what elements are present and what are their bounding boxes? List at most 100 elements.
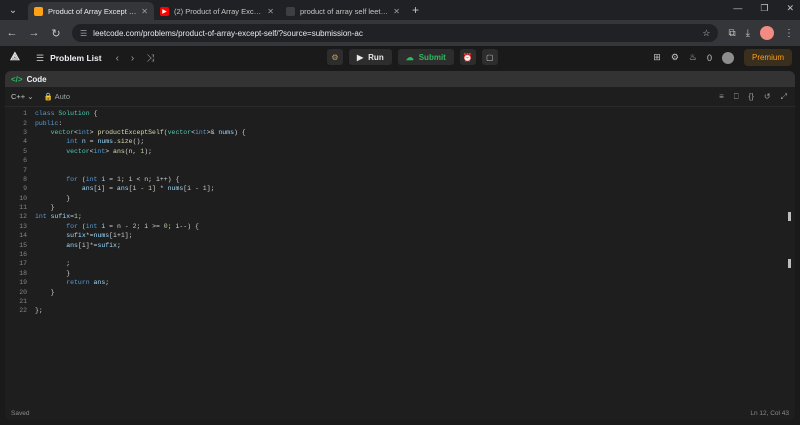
debugger-icon[interactable]: ⚙ xyxy=(327,49,343,65)
extensions-icon[interactable]: ⧉ xyxy=(728,28,735,39)
line-number: 20 xyxy=(19,288,27,296)
shuffle-icon[interactable]: ⤨ xyxy=(146,53,154,64)
code-text: } xyxy=(35,269,71,277)
language-label: C++ xyxy=(11,92,26,101)
next-problem-icon[interactable]: › xyxy=(131,53,134,64)
code-line[interactable]: 20 } xyxy=(5,287,795,296)
panel-title: Code xyxy=(26,74,47,84)
code-line[interactable]: 5 vector<int> ans(n, 1); xyxy=(5,147,795,156)
submit-button[interactable]: ☁ Submit xyxy=(397,49,454,65)
browser-tab-strip: ⌄ Product of Array Except Self - L ✕ ▶ (… xyxy=(0,0,800,20)
line-number: 5 xyxy=(23,147,27,155)
lock-icon: 🔒 xyxy=(43,92,53,101)
cursor-position: Ln 12, Col 43 xyxy=(750,409,789,417)
format-icon[interactable]: ≡ xyxy=(719,92,724,102)
line-number: 19 xyxy=(19,279,27,287)
line-number: 7 xyxy=(23,166,27,174)
user-avatar[interactable] xyxy=(721,51,734,64)
profile-avatar[interactable] xyxy=(760,26,774,40)
site-info-icon[interactable]: ☰ xyxy=(80,29,87,38)
prev-problem-icon[interactable]: ‹ xyxy=(116,53,119,64)
line-number: 11 xyxy=(19,204,27,212)
close-tab-icon[interactable]: ✕ xyxy=(141,7,148,16)
line-number: 21 xyxy=(19,298,27,305)
close-tab-icon[interactable]: ✕ xyxy=(267,7,274,16)
scrollbar-marker[interactable] xyxy=(788,259,791,268)
back-icon[interactable]: ← xyxy=(6,27,18,39)
line-number: 10 xyxy=(19,194,27,202)
code-text: sufix*=nums[i+1]; xyxy=(66,232,133,240)
fullscreen-icon[interactable]: ⤢ xyxy=(781,92,787,102)
tab-title: (2) Product of Array Except Self xyxy=(174,6,264,16)
reload-icon[interactable]: ↻ xyxy=(50,27,62,40)
code-line[interactable]: 13 for (int i = n - 2; i >= 0; i--) { xyxy=(5,222,795,231)
run-button[interactable]: ▶ Run xyxy=(349,49,392,65)
line-number: 14 xyxy=(19,232,27,240)
code-line[interactable]: 17 ; xyxy=(5,259,795,268)
braces-icon[interactable]: {} xyxy=(749,92,754,102)
code-line[interactable]: 2 public: xyxy=(5,118,795,127)
new-tab-icon[interactable]: + xyxy=(412,3,419,17)
leetcode-navbar: ⟁ ☰ Problem List ‹ › ⤨ ⚙ ▶ Run ☁ Submit … xyxy=(0,46,800,70)
line-number: 3 xyxy=(23,128,27,136)
line-number: 4 xyxy=(23,138,27,146)
download-icon[interactable]: ⤓ xyxy=(746,28,750,39)
address-bar[interactable]: ☰ leetcode.com/problems/product-of-array… xyxy=(72,24,719,42)
code-text: for (int i = n - 2; i >= 0; i--) { xyxy=(66,222,199,230)
code-line[interactable]: 22}; xyxy=(5,306,795,315)
leetcode-logo-icon[interactable]: ⟁ xyxy=(10,51,24,65)
save-status: Saved xyxy=(11,409,30,417)
code-text: ans[i] = ans[i - 1] * nums[i - 1]; xyxy=(81,185,215,193)
line-number: 12 xyxy=(19,213,27,221)
code-line[interactable]: 9 ans[i] = ans[i - 1] * nums[i - 1]; xyxy=(5,184,795,193)
code-panel: </> Code C++ ⌄ 🔒 Auto ≡ ⎕ {} ↺ ⤢ 1 class … xyxy=(5,71,795,420)
streak-fire-icon[interactable]: ♨ xyxy=(689,52,697,63)
code-text: } xyxy=(35,288,55,296)
layout-icon[interactable]: ⊞ xyxy=(653,52,661,63)
window-controls: — ❐ ✕ xyxy=(733,3,794,14)
autosave-toggle[interactable]: 🔒 Auto xyxy=(44,92,70,101)
code-line[interactable]: 21 xyxy=(5,297,795,306)
code-line[interactable]: 19 return ans; xyxy=(5,278,795,287)
forward-icon[interactable]: → xyxy=(28,27,40,39)
code-text: ; xyxy=(35,260,71,268)
bookmark-star-icon[interactable]: ☆ xyxy=(702,28,710,39)
minimize-icon[interactable]: — xyxy=(733,3,742,14)
code-line[interactable]: 10 } xyxy=(5,194,795,203)
code-line[interactable]: 16 xyxy=(5,250,795,259)
code-editor[interactable]: 1 class Solution {2 public: 3 vector<int> p… xyxy=(5,109,795,316)
code-line[interactable]: 4 int n = nums.size(); xyxy=(5,137,795,146)
list-icon[interactable]: ☰ xyxy=(36,53,44,64)
code-line[interactable]: 7 xyxy=(5,165,795,174)
code-line[interactable]: 14 sufix*=nums[i+1]; xyxy=(5,231,795,240)
close-window-icon[interactable]: ✕ xyxy=(786,3,794,14)
menu-dots-icon[interactable]: ⋮ xyxy=(784,28,794,39)
code-text: int n = nums.size(); xyxy=(66,138,145,146)
settings-icon[interactable]: ⚙ xyxy=(671,52,679,63)
code-line[interactable]: 12 int sufix=1; xyxy=(5,212,795,221)
problem-list-link[interactable]: Problem List xyxy=(50,53,101,63)
scrollbar-marker[interactable] xyxy=(788,212,791,221)
code-line[interactable]: 15 ans[i]*=sufix; xyxy=(5,240,795,249)
code-line[interactable]: 6 xyxy=(5,156,795,165)
code-line[interactable]: 1 class Solution { xyxy=(5,109,795,118)
timer-icon[interactable]: ⏰ xyxy=(459,49,476,65)
browser-tab-3[interactable]: product of array self leetcode p ✕ xyxy=(280,2,406,20)
tab-search-icon[interactable]: ⌄ xyxy=(4,2,22,18)
line-number: 13 xyxy=(19,222,27,230)
notes-icon[interactable]: ▢ xyxy=(481,49,498,65)
reset-icon[interactable]: ↺ xyxy=(764,92,771,102)
browser-tab-2[interactable]: ▶ (2) Product of Array Except Self ✕ xyxy=(154,2,280,20)
language-select[interactable]: C++ ⌄ xyxy=(11,92,34,101)
code-line[interactable]: 18 } xyxy=(5,269,795,278)
code-text: for (int i = 1; i < n; i++) { xyxy=(66,175,180,183)
maximize-icon[interactable]: ❐ xyxy=(760,3,768,14)
close-tab-icon[interactable]: ✕ xyxy=(393,7,400,16)
code-line[interactable]: 11 } xyxy=(5,203,795,212)
premium-button[interactable]: Premium xyxy=(743,49,792,66)
browser-tab-1[interactable]: Product of Array Except Self - L ✕ xyxy=(28,2,154,20)
code-line[interactable]: 8 for (int i = 1; i < n; i++) { xyxy=(5,175,795,184)
code-line[interactable]: 3 vector<int> productExceptSelf(vector<i… xyxy=(5,128,795,137)
bookmark-icon[interactable]: ⎕ xyxy=(734,92,739,102)
line-number: 17 xyxy=(19,260,27,268)
